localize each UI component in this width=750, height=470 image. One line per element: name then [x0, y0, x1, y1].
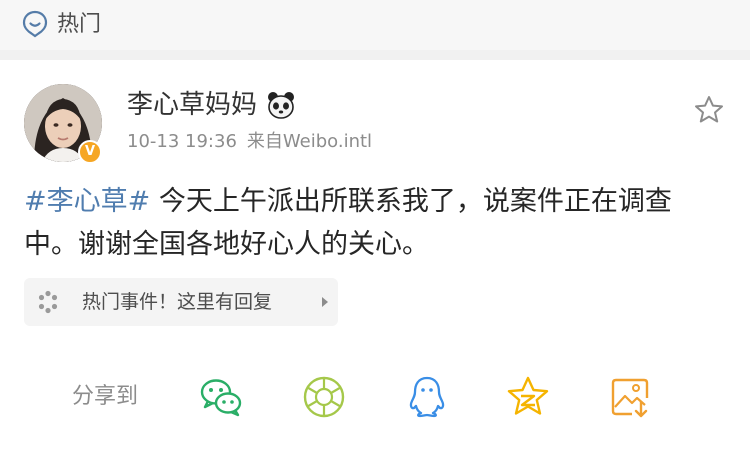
- location-pin-icon: [22, 10, 48, 38]
- verified-badge-icon: V: [78, 140, 102, 164]
- hot-reply-box[interactable]: 热门事件！这里有回复: [24, 278, 338, 326]
- wechat-icon[interactable]: [198, 374, 244, 420]
- top-bar: 热门: [0, 0, 750, 50]
- panda-icon: [268, 92, 294, 119]
- section-title[interactable]: 热门: [57, 10, 101, 40]
- save-image-icon[interactable]: [608, 374, 654, 420]
- hot-reply-label: 热门事件！这里有回复: [82, 291, 273, 313]
- topic-link[interactable]: #李心草#: [24, 186, 150, 217]
- section-divider: [0, 50, 750, 60]
- star-outline-icon[interactable]: [693, 94, 725, 126]
- post-timestamp: 10-13 19:36: [127, 131, 237, 152]
- post-text: #李心草# 今天上午派出所联系我了，说案件正在调查中。谢谢全国各地好心人的关心。: [24, 180, 724, 266]
- qq-icon[interactable]: [404, 374, 450, 420]
- loading-dots-icon: [38, 290, 58, 314]
- moments-icon[interactable]: [301, 374, 347, 420]
- share-label: 分享到: [72, 384, 139, 409]
- author-name[interactable]: 李心草妈妈: [127, 88, 257, 122]
- qzone-icon[interactable]: [505, 374, 551, 420]
- chevron-right-icon: [322, 297, 328, 307]
- post-meta: 10-13 19:36 来自Weibo.intl: [127, 130, 372, 154]
- post-source[interactable]: 来自Weibo.intl: [247, 131, 372, 152]
